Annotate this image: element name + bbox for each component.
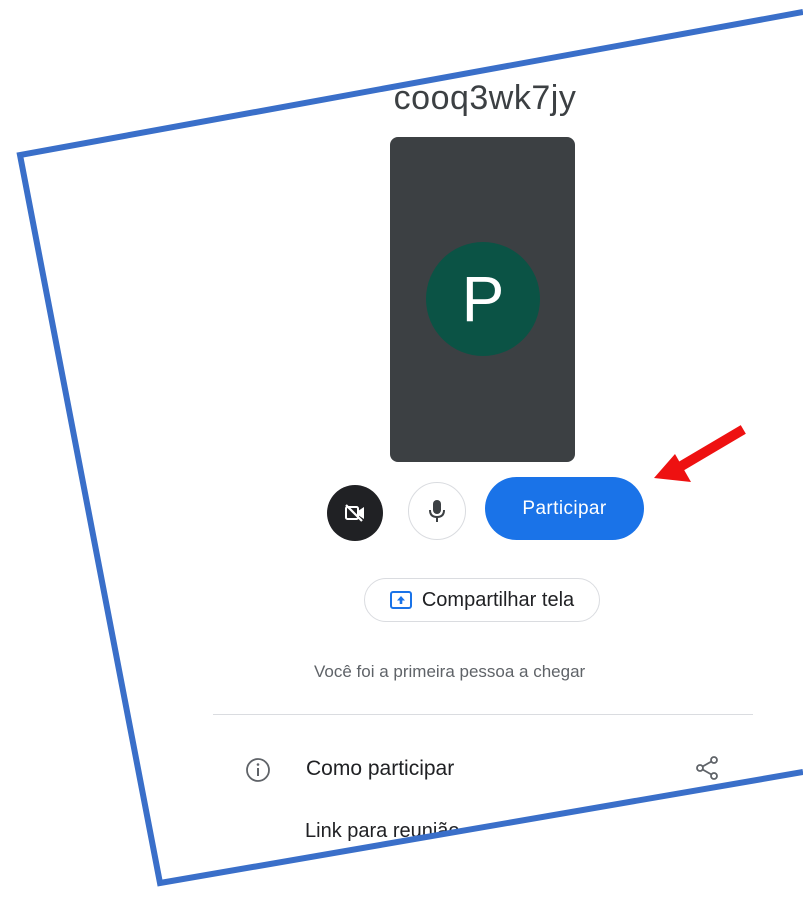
meeting-link-label: Link para reunião [305, 820, 460, 842]
mic-icon [429, 500, 445, 522]
mic-toggle-button[interactable] [408, 482, 466, 540]
share-screen-button[interactable]: Compartilhar tela [364, 578, 600, 622]
meeting-code: cooq3wk7jy [393, 79, 577, 117]
first-arrival-message: Você foi a primeira pessoa a chegar [314, 662, 586, 681]
share-icon[interactable] [693, 754, 721, 782]
camera-toggle-button[interactable] [327, 485, 383, 541]
divider [213, 714, 753, 715]
share-screen-label: Compartilhar tela [421, 588, 575, 611]
present-screen-icon [389, 591, 412, 609]
meeting-link-url[interactable]: meet.google.co [305, 850, 408, 867]
camera-preview: P [390, 137, 575, 462]
avatar: P [426, 242, 540, 356]
meet-prejoin-screen: cooq3wk7jy P Participar Compartilhar tel… [0, 0, 803, 915]
join-button[interactable]: Participar [485, 477, 644, 540]
red-arrow-icon [654, 425, 746, 482]
camera-off-icon [345, 504, 364, 522]
info-icon [246, 758, 270, 782]
how-to-join-label: Como participar [306, 757, 455, 780]
